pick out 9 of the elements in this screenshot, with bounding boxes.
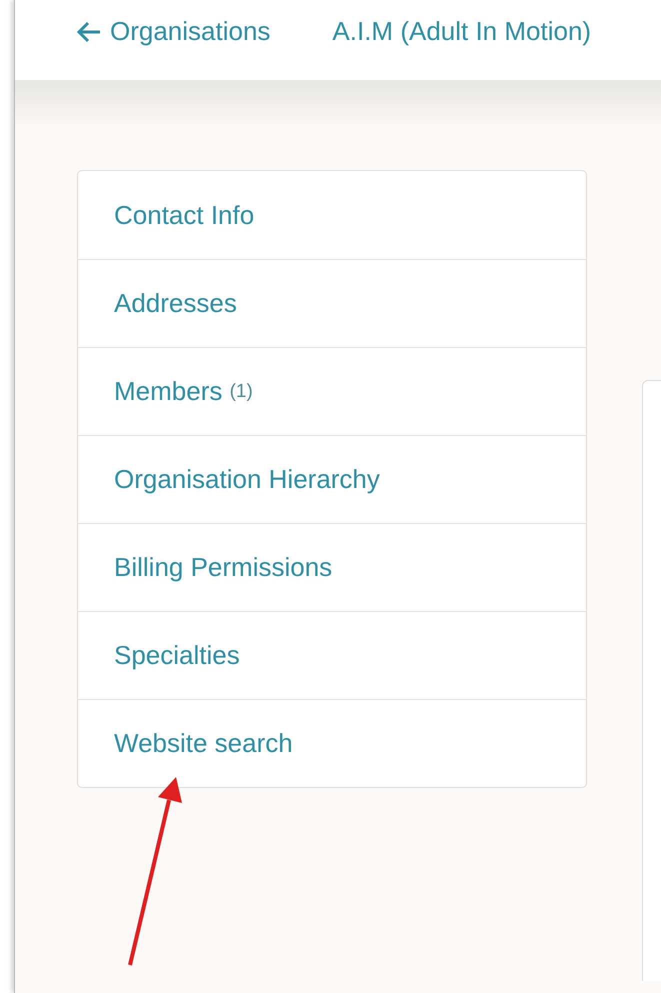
menu-item[interactable]: Specialties xyxy=(78,611,586,699)
menu-item[interactable]: Members (1) xyxy=(78,347,586,435)
menu-item[interactable]: Contact Info xyxy=(78,171,586,259)
back-link[interactable]: Organisations xyxy=(76,16,270,47)
menu-item[interactable]: Billing Permissions xyxy=(78,523,586,611)
organisation-title: A.I.M (Adult In Motion) xyxy=(332,16,592,47)
menu-item[interactable]: Addresses xyxy=(78,259,586,347)
back-arrow-icon xyxy=(76,20,102,42)
menu-item[interactable]: Organisation Hierarchy xyxy=(78,435,586,523)
